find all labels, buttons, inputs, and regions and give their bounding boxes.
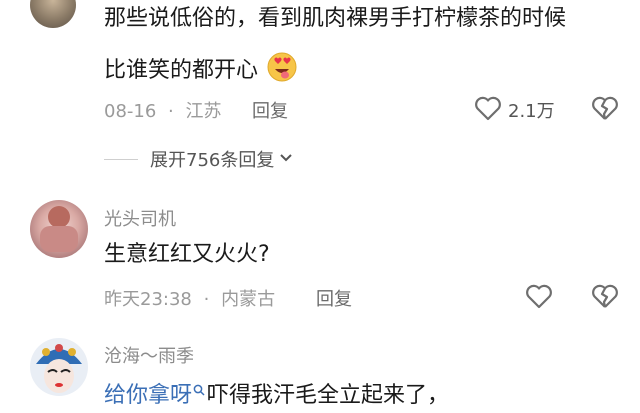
- comment-date: 08-16: [104, 101, 157, 122]
- like-button[interactable]: [525, 283, 553, 313]
- heart-icon: [474, 95, 502, 125]
- comment-meta: 08-16 · 江苏: [104, 97, 222, 123]
- avatar[interactable]: [30, 0, 76, 28]
- comment-text: 那些说低俗的，看到肌肉裸男手打柠檬茶的时候: [104, 6, 567, 31]
- expand-replies-button[interactable]: 展开756条回复: [104, 146, 294, 172]
- expand-replies-label: 展开756条回复: [150, 150, 275, 171]
- heart-eyes-tongue-emoji-icon: [267, 52, 297, 93]
- chevron-down-icon: [278, 149, 294, 169]
- comment-meta: 昨天23:38 · 内蒙古: [104, 285, 275, 311]
- search-icon: [193, 373, 205, 407]
- like-button[interactable]: 2.1万: [474, 95, 555, 125]
- comment-location: 内蒙古: [221, 289, 276, 310]
- avatar[interactable]: [30, 200, 88, 258]
- meta-separator: ·: [203, 289, 210, 310]
- broken-heart-icon: [591, 283, 619, 313]
- dislike-button[interactable]: [591, 283, 619, 313]
- dislike-button[interactable]: [591, 95, 619, 125]
- username[interactable]: 光头司机: [104, 205, 176, 231]
- reply-button[interactable]: 回复: [316, 285, 352, 311]
- comment-text-line: 比谁笑的都开心: [104, 58, 259, 83]
- comment-text: 给你拿呀 吓得我汗毛全立起来了，: [104, 373, 449, 413]
- comment-text: 生意红红又火火?: [104, 242, 270, 267]
- broken-heart-icon: [591, 95, 619, 125]
- comment-date: 昨天23:38: [104, 289, 192, 310]
- meta-separator: ·: [168, 101, 174, 122]
- mention-link[interactable]: 给你拿呀: [104, 383, 192, 408]
- avatar[interactable]: [30, 338, 88, 396]
- divider: [104, 158, 138, 160]
- comment-text-line: 吓得我汗毛全立起来了，: [207, 383, 450, 408]
- avatar-figure: [48, 206, 70, 228]
- opera-mask-icon: [36, 344, 82, 393]
- comment-text: 比谁笑的都开心: [104, 52, 297, 93]
- avatar-figure: [40, 226, 78, 252]
- reply-button[interactable]: 回复: [252, 97, 288, 123]
- username[interactable]: 沧海～雨季: [104, 342, 194, 368]
- comment-location: 江苏: [185, 101, 222, 122]
- like-count: 2.1万: [508, 101, 555, 122]
- heart-icon: [525, 283, 553, 313]
